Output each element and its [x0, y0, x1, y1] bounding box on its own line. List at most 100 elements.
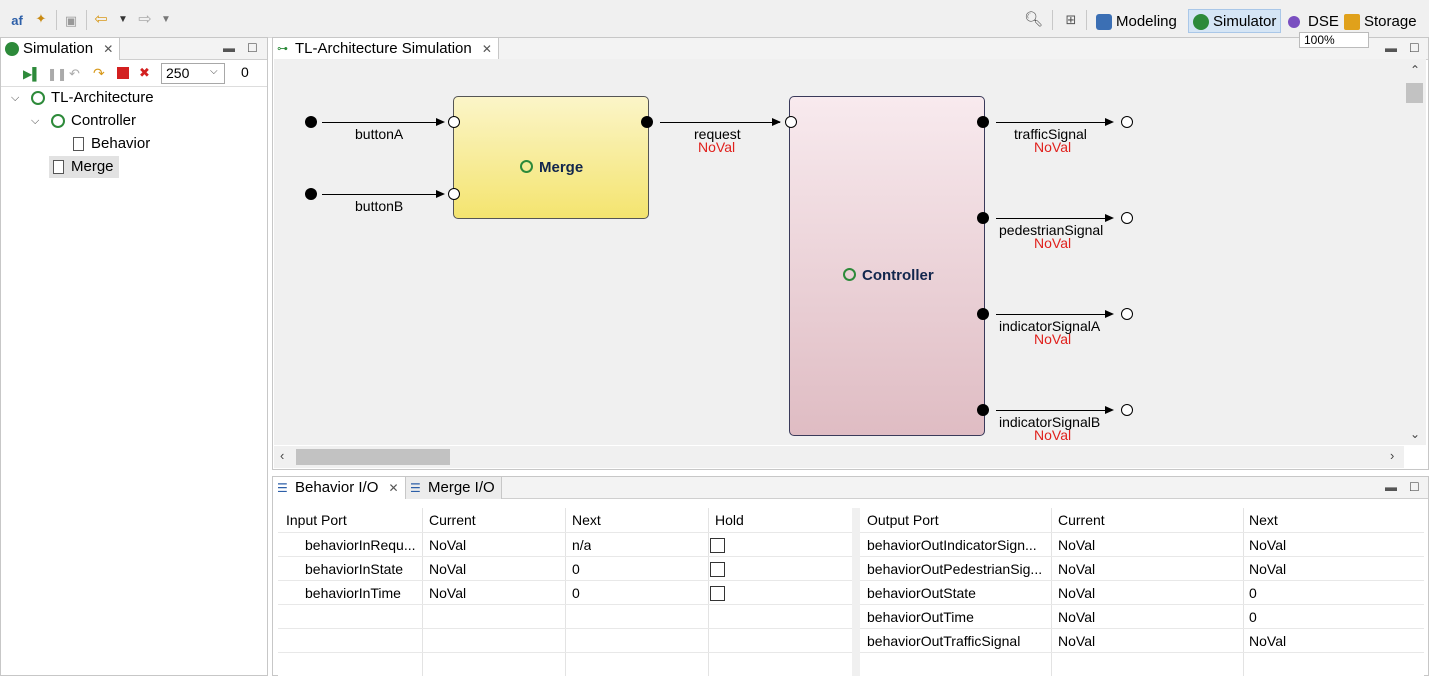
- table-cell-current: NoVal: [1058, 537, 1096, 553]
- expand-arrow-icon[interactable]: ⌵: [11, 87, 23, 109]
- run-icon[interactable]: ▶▌: [23, 67, 41, 81]
- close-icon[interactable]: ✕: [389, 481, 399, 495]
- minimize-icon[interactable]: ▬: [223, 41, 235, 55]
- component-icon: [51, 114, 65, 128]
- play-circle-icon: [5, 42, 19, 56]
- tree-item-controller[interactable]: ⌵ Controller: [31, 110, 261, 132]
- hold-checkbox[interactable]: [710, 586, 725, 601]
- tab-merge-io[interactable]: ☰ Merge I/O: [406, 477, 502, 499]
- dse-icon: [1288, 16, 1300, 28]
- diagram-icon: ⊶: [277, 43, 288, 55]
- maximize-icon[interactable]: ☐: [1409, 480, 1420, 494]
- hold-checkbox[interactable]: [710, 538, 725, 553]
- merge-in-port-b[interactable]: [448, 188, 460, 200]
- perspective-storage[interactable]: Storage: [1340, 10, 1421, 34]
- table-cell-current: NoVal: [1058, 585, 1096, 601]
- open-perspective-icon[interactable]: ⊞: [1062, 11, 1080, 29]
- scroll-up-icon[interactable]: ⌃: [1410, 63, 1420, 77]
- table-cell-next[interactable]: n/a: [572, 533, 591, 557]
- table-cell-current: NoVal: [429, 537, 467, 553]
- expand-arrow-icon[interactable]: ⌵: [31, 110, 43, 132]
- connector: [660, 122, 780, 124]
- new-project-icon[interactable]: af: [8, 12, 26, 30]
- output-port-trafficSignal[interactable]: [1121, 116, 1133, 128]
- output-port-pedestrianSignal[interactable]: [1121, 212, 1133, 224]
- port-value: NoVal: [1034, 139, 1072, 155]
- arrow-head: [436, 118, 445, 126]
- merge-block[interactable]: Merge: [453, 96, 649, 219]
- back-icon[interactable]: ⇦: [92, 11, 110, 29]
- diagram-canvas[interactable]: Merge Controller buttonA buttonB request…: [274, 59, 1404, 445]
- merge-in-port-a[interactable]: [448, 116, 460, 128]
- maximize-icon[interactable]: ☐: [1409, 41, 1420, 55]
- table-cell-current: NoVal: [429, 561, 467, 577]
- new-element-icon[interactable]: ✦: [32, 10, 50, 28]
- main-toolbar: af ✦ ▣ ⇦ ▼ ⇨ ▼ 🔍︎ ⊞ Modeling Simulator D…: [0, 0, 1429, 38]
- arrow-head: [1105, 310, 1114, 318]
- perspective-simulator[interactable]: Simulator: [1188, 9, 1282, 33]
- zoom-select[interactable]: 100%: [1299, 32, 1369, 48]
- maximize-icon[interactable]: ☐: [247, 41, 258, 55]
- behavior-doc-icon: [73, 137, 84, 151]
- merge-out-port[interactable]: [641, 116, 653, 128]
- back-dropdown-icon[interactable]: ▼: [114, 11, 132, 29]
- hold-checkbox[interactable]: [710, 562, 725, 577]
- controller-out-port[interactable]: [977, 116, 989, 128]
- tab-behavior-io[interactable]: ☰ Behavior I/O ✕: [273, 477, 406, 499]
- scroll-right-icon[interactable]: ›: [1390, 448, 1394, 463]
- tree-item-behavior[interactable]: Behavior: [71, 133, 261, 155]
- column-header[interactable]: Current: [1058, 508, 1105, 532]
- close-icon[interactable]: ✕: [482, 42, 492, 56]
- column-header[interactable]: Output Port: [867, 508, 939, 532]
- save-icon[interactable]: ▣: [62, 12, 80, 30]
- stop-icon[interactable]: [117, 67, 129, 79]
- forward-icon[interactable]: ⇨: [136, 11, 154, 29]
- perspective-dse[interactable]: DSE: [1284, 10, 1343, 34]
- vertical-scrollbar[interactable]: ⌃ ⌄: [1404, 59, 1426, 445]
- table-cell-port: behaviorInRequ...: [305, 537, 416, 553]
- scroll-down-icon[interactable]: ⌄: [1410, 427, 1420, 441]
- minimize-icon[interactable]: ▬: [1385, 41, 1397, 55]
- controller-out-port[interactable]: [977, 404, 989, 416]
- column-header[interactable]: Input Port: [286, 508, 347, 532]
- table-cell-current: NoVal: [429, 585, 467, 601]
- horizontal-scrollbar[interactable]: ‹ ›: [274, 446, 1404, 468]
- connector: [996, 122, 1108, 124]
- output-port-indicatorSignalA[interactable]: [1121, 308, 1133, 320]
- scroll-thumb[interactable]: [296, 449, 450, 465]
- scroll-left-icon[interactable]: ‹: [280, 448, 284, 463]
- step-icon[interactable]: ↷: [93, 65, 105, 82]
- column-header[interactable]: Hold: [715, 508, 744, 532]
- input-port-buttonA[interactable]: [305, 116, 317, 128]
- close-icon[interactable]: ✕: [103, 42, 113, 56]
- controller-block[interactable]: Controller: [789, 96, 985, 436]
- table-cell-port: behaviorOutState: [867, 585, 976, 601]
- simulation-tabbar: Simulation ✕ ▬ ☐: [1, 38, 267, 60]
- input-port-buttonB[interactable]: [305, 188, 317, 200]
- tab-simulation[interactable]: Simulation ✕: [1, 38, 121, 60]
- table-cell-next[interactable]: 0: [572, 557, 580, 581]
- column-header[interactable]: Next: [1249, 508, 1278, 532]
- table-divider[interactable]: [852, 508, 860, 676]
- pause-icon[interactable]: ❚❚: [47, 67, 67, 81]
- tree-item-tl-architecture[interactable]: ⌵ TL-Architecture: [11, 87, 261, 109]
- step-back-icon[interactable]: ↶: [69, 66, 80, 82]
- simulation-view: Simulation ✕ ▬ ☐ ▶▌ ❚❚ ↶ ↷ ✖ 250 ⌵ 0 ⌵ T…: [0, 37, 268, 676]
- minimize-icon[interactable]: ▬: [1385, 480, 1397, 494]
- output-port-indicatorSignalB[interactable]: [1121, 404, 1133, 416]
- controller-out-port[interactable]: [977, 308, 989, 320]
- tree-item-merge[interactable]: Merge: [49, 156, 119, 178]
- table-cell-next[interactable]: 0: [572, 581, 580, 605]
- step-size-select[interactable]: 250 ⌵: [161, 63, 225, 84]
- controller-in-port[interactable]: [785, 116, 797, 128]
- tab-tl-architecture-simulation[interactable]: ⊶ TL-Architecture Simulation ✕: [273, 38, 499, 60]
- forward-dropdown-icon[interactable]: ▼: [157, 11, 175, 29]
- perspective-modeling[interactable]: Modeling: [1092, 10, 1181, 34]
- scroll-thumb[interactable]: [1406, 83, 1423, 103]
- column-header[interactable]: Next: [572, 508, 601, 532]
- column-header[interactable]: Current: [429, 508, 476, 532]
- controller-out-port[interactable]: [977, 212, 989, 224]
- table-cell-next: NoVal: [1249, 561, 1287, 577]
- search-icon[interactable]: 🔍︎: [1024, 11, 1043, 29]
- terminate-icon[interactable]: ✖: [139, 65, 150, 81]
